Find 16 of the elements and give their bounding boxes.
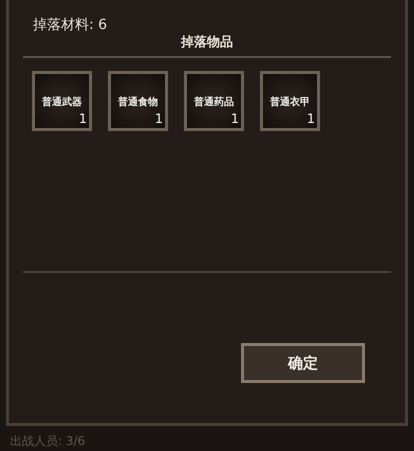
item-name: 普通食物 <box>117 97 159 109</box>
team-members-label: 出战人员: 3/6 <box>10 433 86 450</box>
drop-materials-label: 掉落材料: 6 <box>33 16 108 35</box>
item-name: 普通药品 <box>193 97 235 109</box>
item-count: 1 <box>306 112 316 127</box>
item-count: 1 <box>78 112 88 127</box>
item-slot[interactable]: 普通药品 1 <box>184 71 244 131</box>
item-slot[interactable]: 普通武器 1 <box>32 71 92 131</box>
item-count: 1 <box>154 112 164 127</box>
item-count: 1 <box>230 112 240 127</box>
item-slot[interactable]: 普通食物 1 <box>108 71 168 131</box>
item-slot[interactable]: 普通衣甲 1 <box>260 71 320 131</box>
item-name: 普通衣甲 <box>269 97 311 109</box>
section-title: 掉落物品 <box>181 35 233 51</box>
confirm-button[interactable]: 确定 <box>241 343 365 383</box>
item-name: 普通武器 <box>41 97 83 109</box>
